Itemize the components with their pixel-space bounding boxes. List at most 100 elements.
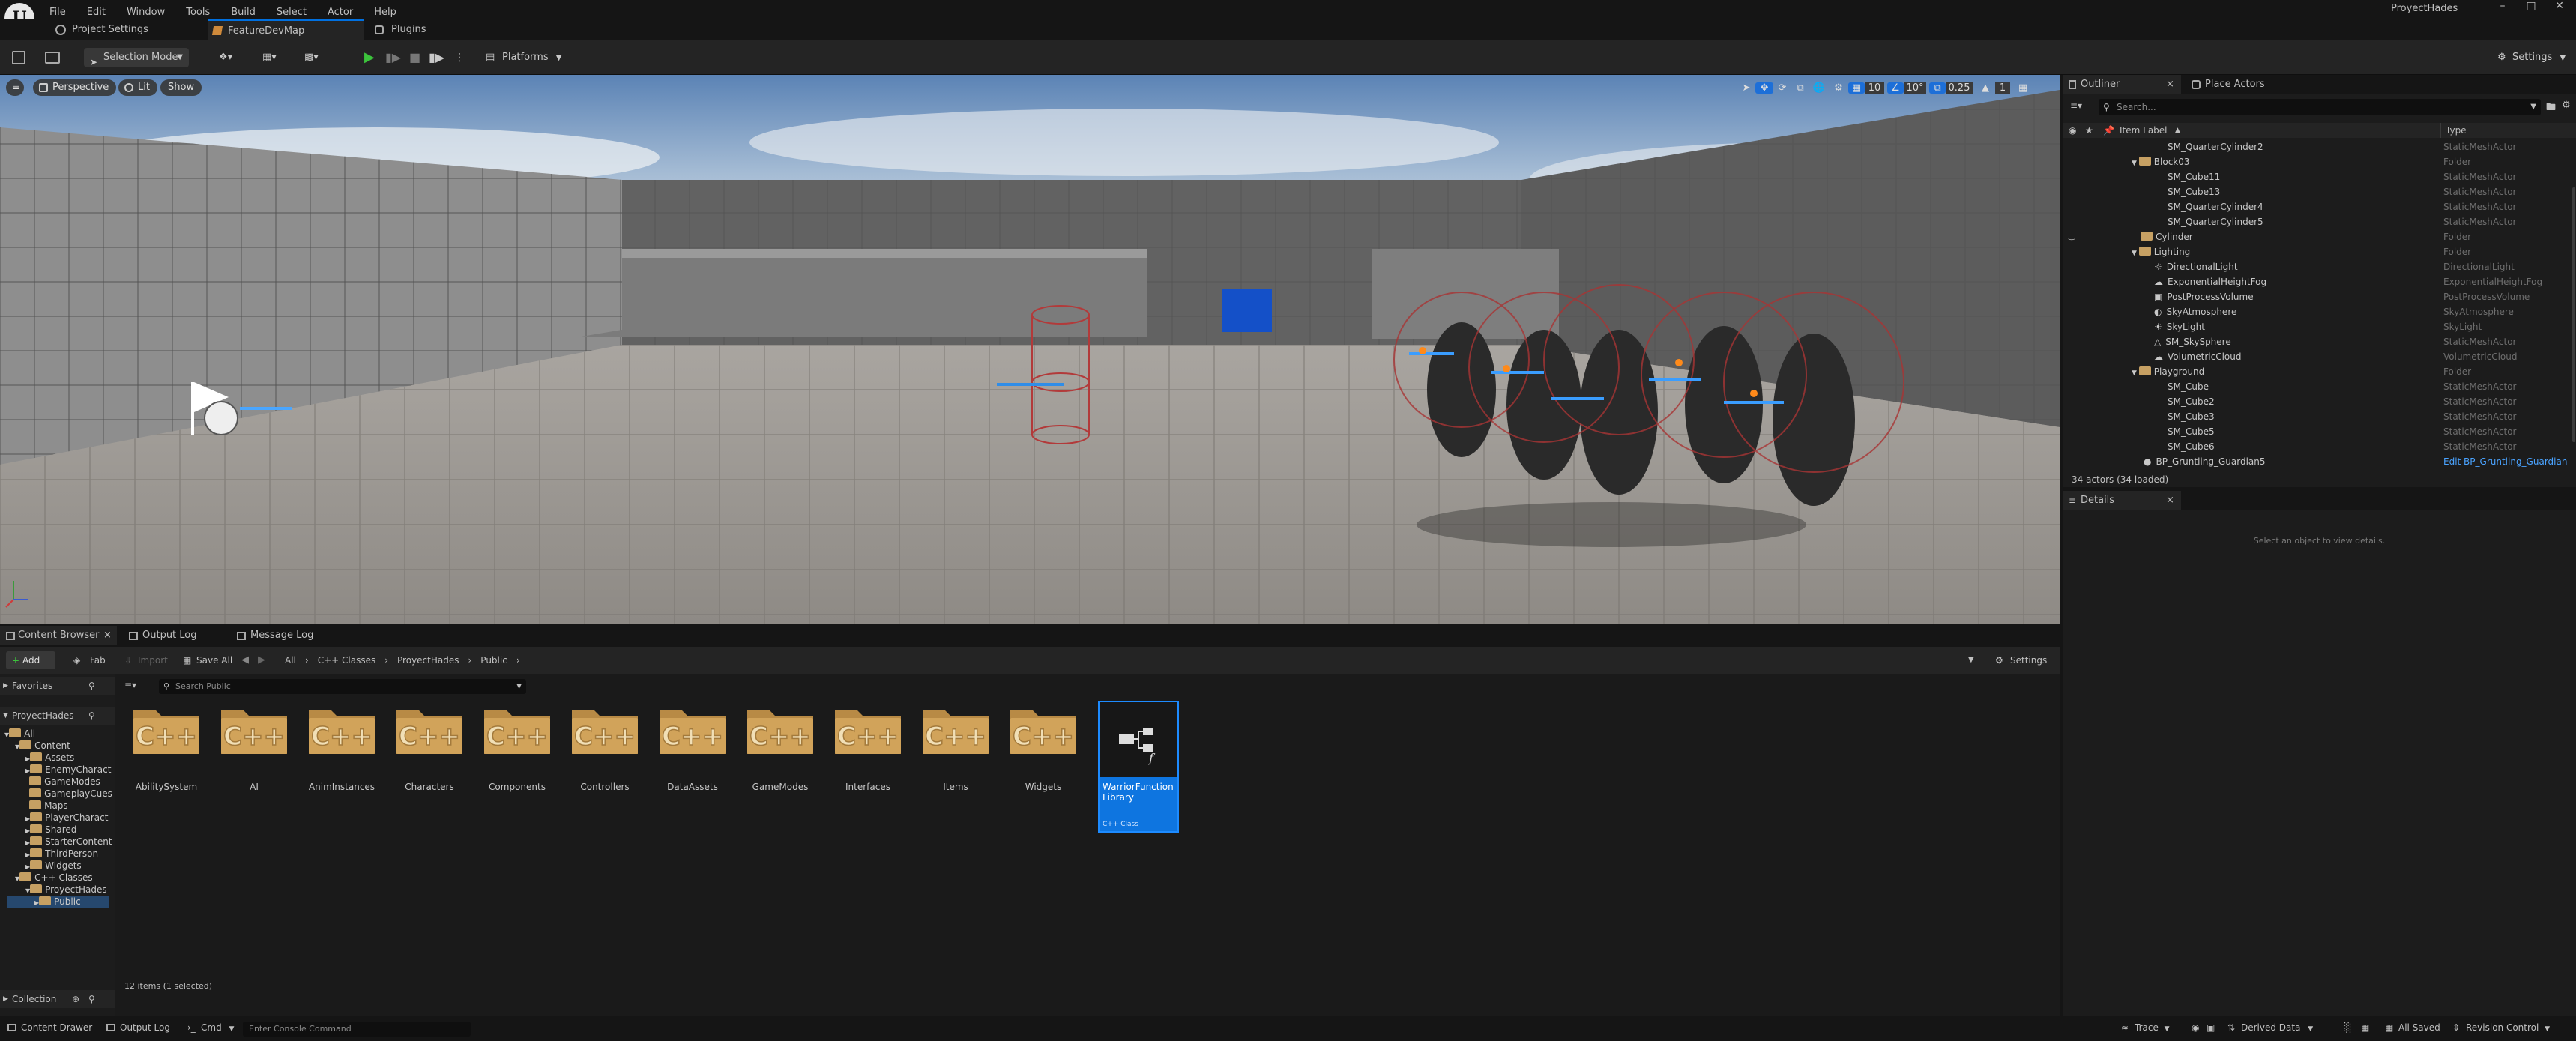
folder-tile[interactable]: C++ Controllers: [564, 703, 645, 793]
tree-node[interactable]: ▶ Assets: [25, 752, 74, 764]
search-icon[interactable]: ⚲: [88, 707, 95, 725]
grid-snap-value[interactable]: 10: [1865, 82, 1884, 94]
outliner-row[interactable]: ◐ SkyAtmosphere SkyAtmosphere: [2063, 304, 2576, 319]
folder-tile[interactable]: C++ AI: [214, 703, 295, 793]
menu-file[interactable]: File: [49, 7, 66, 18]
more-options-icon[interactable]: ⋮: [454, 48, 465, 67]
tree-node[interactable]: GameModes: [25, 776, 100, 788]
play-icon[interactable]: ▶: [364, 48, 375, 67]
cb-settings-button[interactable]: ⚙ Settings: [1995, 651, 2047, 669]
rotation-snap-value[interactable]: 10°: [1904, 82, 1926, 94]
outliner-search-input[interactable]: ⚲ Search... ▼: [2099, 99, 2541, 115]
level-viewport[interactable]: ≡ Perspective Lit Show ➤ ✥ ⟳ ⧉ 🌐 ⚙ ▦ 10 …: [0, 75, 2060, 624]
outliner-row[interactable]: SM_QuarterCylinder2 StaticMeshActor: [2063, 139, 2576, 154]
outliner-row[interactable]: SM_QuarterCylinder5 StaticMeshActor: [2063, 214, 2576, 229]
folder-tile[interactable]: C++ Items: [915, 703, 996, 793]
cinematics-button[interactable]: ▩▾: [304, 48, 334, 67]
outliner-row[interactable]: △ SM_SkySphere StaticMeshActor: [2063, 334, 2576, 349]
menu-tools[interactable]: Tools: [186, 7, 210, 18]
maximize-viewport-icon[interactable]: ▦: [2013, 82, 2033, 94]
tree-node-selected[interactable]: ▶ Public: [7, 896, 109, 908]
surface-snap-icon[interactable]: ⚙: [1829, 82, 1848, 94]
content-icon[interactable]: [45, 52, 60, 64]
cmd-dropdown[interactable]: ›_ Cmd ▼: [187, 1022, 234, 1033]
tab-plugins[interactable]: Plugins: [372, 19, 426, 40]
lit-button[interactable]: Lit: [118, 79, 157, 96]
tree-node[interactable]: ▶ Widgets: [25, 860, 82, 872]
outliner-row[interactable]: ☼ DirectionalLight DirectionalLight: [2063, 259, 2576, 274]
folder-tile[interactable]: C++ AbilitySystem: [126, 703, 207, 793]
grid-snap-icon[interactable]: ▦: [1848, 82, 1865, 94]
outliner-row[interactable]: ▣ PostProcessVolume PostProcessVolume: [2063, 289, 2576, 304]
asset-search-input[interactable]: ⚲ Search Public ▼: [159, 679, 526, 694]
add-folder-icon[interactable]: 🖿: [2546, 100, 2556, 117]
folder-tile[interactable]: C++ AnimInstances: [301, 703, 382, 793]
rotation-snap-icon[interactable]: ∠: [1887, 82, 1904, 94]
tab-map[interactable]: FeatureDevMap: [208, 19, 364, 40]
trace-button[interactable]: ≈ Trace ▼: [2121, 1022, 2170, 1033]
add-button[interactable]: + Add: [6, 651, 55, 669]
camera-speed-icon[interactable]: ▲: [1976, 82, 1995, 94]
outliner-row[interactable]: SM_QuarterCylinder4 StaticMeshActor: [2063, 199, 2576, 214]
edit-blueprint-link[interactable]: Edit BP_Gruntling_Guardian: [2443, 454, 2567, 469]
import-button[interactable]: ⇩ Import: [124, 651, 168, 669]
outliner-row[interactable]: SM_Cube11 StaticMeshActor: [2063, 169, 2576, 184]
project-section[interactable]: ▼ ProyectHades ⚲: [0, 707, 115, 725]
content-drawer-button[interactable]: Content Drawer: [7, 1022, 92, 1033]
settings-dropdown[interactable]: ⚙ Settings ▼: [2496, 48, 2566, 67]
camera-speed-value[interactable]: 1: [1995, 82, 2010, 94]
tab-details[interactable]: ≡ Details ×: [2063, 491, 2181, 510]
item-label-header[interactable]: Item Label: [2120, 123, 2168, 138]
menu-build[interactable]: Build: [231, 7, 256, 18]
menu-window[interactable]: Window: [127, 7, 165, 18]
outliner-scrollbar[interactable]: [2572, 187, 2575, 442]
maximize-icon[interactable]: □: [2517, 0, 2545, 12]
outliner-row[interactable]: SM_Cube5 StaticMeshActor: [2063, 424, 2576, 439]
close-icon[interactable]: ×: [103, 626, 112, 645]
folder-tile[interactable]: C++ Widgets: [1003, 703, 1084, 793]
add-actor-button[interactable]: ❖▾: [219, 48, 249, 67]
folder-tile[interactable]: C++ Components: [477, 703, 558, 793]
save-status[interactable]: ▦ All Saved: [2385, 1022, 2440, 1033]
history-back-icon[interactable]: ◀: [241, 651, 249, 669]
menu-select[interactable]: Select: [277, 7, 307, 18]
breadcrumb-item[interactable]: All: [285, 655, 296, 666]
derived-data-button[interactable]: ⇅ Derived Data ▼: [2227, 1022, 2313, 1033]
stop-icon[interactable]: ■: [409, 48, 420, 67]
breadcrumb-item[interactable]: Public: [480, 655, 507, 666]
world-local-icon[interactable]: 🌐: [1809, 82, 1829, 94]
outliner-row[interactable]: ☁ ExponentialHeightFog ExponentialHeightFo…: [2063, 274, 2576, 289]
viewport-menu-icon[interactable]: ≡: [6, 79, 24, 96]
tree-node[interactable]: ▼ All: [4, 728, 35, 740]
scale-tool-icon[interactable]: ⧉: [1791, 82, 1809, 94]
menu-help[interactable]: Help: [374, 7, 396, 18]
fab-button[interactable]: ◈ Fab: [73, 651, 106, 669]
output-log-button[interactable]: Output Log: [106, 1022, 170, 1033]
minimize-icon[interactable]: –: [2488, 0, 2517, 12]
tab-place-actors[interactable]: Place Actors: [2187, 75, 2265, 94]
revision-control-button[interactable]: ⇕ Revision Control ▼: [2452, 1022, 2550, 1033]
star-icon[interactable]: ★: [2085, 123, 2093, 138]
tree-node[interactable]: ▼ C++ Classes: [15, 872, 93, 884]
outliner-row[interactable]: SM_Cube6 StaticMeshActor: [2063, 439, 2576, 454]
outliner-row[interactable]: SM_Cube2 StaticMeshActor: [2063, 394, 2576, 409]
save-icon[interactable]: [12, 51, 25, 64]
tree-node[interactable]: GameplayCues: [25, 788, 112, 800]
step-icon[interactable]: ▮▶: [385, 48, 401, 67]
breadcrumb-item[interactable]: ProyectHades: [397, 655, 459, 666]
record-icon[interactable]: ◉: [2192, 1022, 2199, 1033]
tab-outliner[interactable]: Outliner ×: [2063, 75, 2181, 94]
close-icon[interactable]: ×: [2166, 75, 2174, 94]
outliner-row[interactable]: SM_Cube13 StaticMeshActor: [2063, 184, 2576, 199]
save-all-button[interactable]: ▦ Save All: [183, 651, 232, 669]
tree-node[interactable]: ▼ Content: [15, 740, 70, 752]
notification-icon[interactable]: ▦: [2361, 1022, 2369, 1033]
filter-icon[interactable]: ≡▾: [124, 680, 136, 690]
screenshot-icon[interactable]: ▣: [2207, 1022, 2215, 1033]
outliner-row[interactable]: ‿ Cylinder Folder: [2063, 229, 2576, 244]
filter-icon[interactable]: ≡▾: [2070, 100, 2082, 111]
outliner-row[interactable]: ☀ SkyLight SkyLight: [2063, 319, 2576, 334]
tree-node[interactable]: ▼ ProyectHades: [25, 884, 107, 896]
breadcrumb-item[interactable]: C++ Classes: [318, 655, 376, 666]
close-icon[interactable]: ✕: [2545, 0, 2574, 12]
